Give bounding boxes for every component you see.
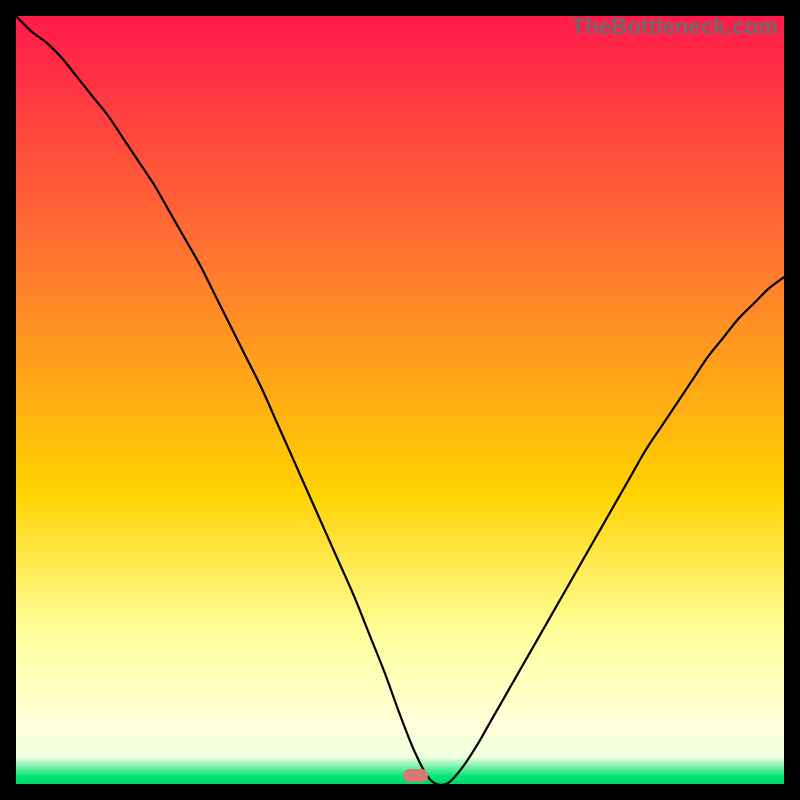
watermark-text: TheBottleneck.com (572, 14, 778, 40)
gradient-background (16, 16, 784, 784)
chart-frame: TheBottleneck.com (16, 16, 784, 784)
plot-area (16, 16, 784, 784)
